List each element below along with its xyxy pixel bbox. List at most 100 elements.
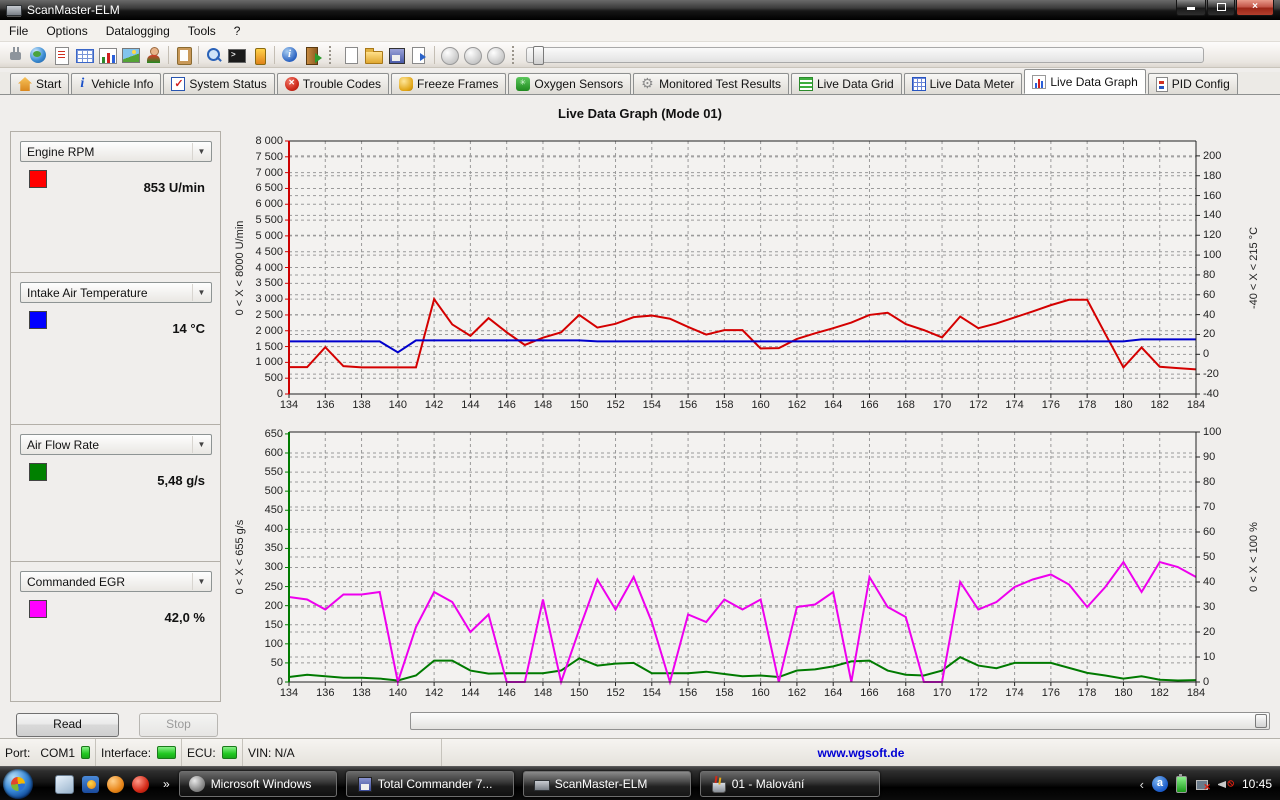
new-file-icon[interactable] <box>339 44 362 66</box>
toolbar-separator <box>168 46 169 64</box>
restore-button[interactable] <box>1207 0 1235 16</box>
app-chip-icon <box>6 5 22 16</box>
floppy-icon <box>356 776 372 792</box>
search-icon[interactable] <box>202 44 225 66</box>
axis-tick-label: 136 <box>309 399 341 411</box>
clipboard-icon[interactable] <box>172 44 195 66</box>
axis-tick-label: 160 <box>745 687 777 699</box>
image-icon[interactable] <box>119 44 142 66</box>
axis-tick-label: 1 500 <box>237 341 283 353</box>
tab-vehicle-info[interactable]: Vehicle Info <box>71 73 161 94</box>
start-button[interactable] <box>3 769 33 799</box>
axis-tick-label: 140 <box>382 687 414 699</box>
menu-help[interactable]: ? <box>225 22 250 40</box>
battery-icon[interactable] <box>248 44 271 66</box>
taskbar-button-microsoft-windows[interactable]: Microsoft Windows <box>179 771 337 797</box>
axis-tick-label: 170 <box>926 687 958 699</box>
axis-tick-label: 144 <box>454 399 486 411</box>
network-disconnected-icon[interactable] <box>1195 778 1210 791</box>
overflow-chevron-icon[interactable]: » <box>163 777 170 791</box>
chart-icon[interactable] <box>96 44 119 66</box>
connect-icon[interactable] <box>4 44 27 66</box>
media-player-icon[interactable] <box>82 776 99 793</box>
user-icon[interactable] <box>142 44 165 66</box>
axis-tick-label: 600 <box>237 447 283 459</box>
battery-tray-icon[interactable] <box>1176 776 1187 793</box>
playback-play-icon[interactable] <box>438 44 461 66</box>
tab-pid-config[interactable]: PID Config <box>1148 73 1238 94</box>
sensor-value: 42,0 % <box>165 610 205 625</box>
table-icon[interactable] <box>73 44 96 66</box>
toolbar-grip <box>329 46 334 64</box>
axis-tick-label: 178 <box>1071 687 1103 699</box>
playback-pause-icon[interactable] <box>461 44 484 66</box>
taskbar-button-total-commander[interactable]: Total Commander 7... <box>346 771 514 797</box>
tab-live-data-grid[interactable]: Live Data Grid <box>791 73 902 94</box>
sensor-select-1[interactable]: Engine RPM▼ <box>20 141 212 162</box>
show-desktop-icon[interactable] <box>55 775 74 794</box>
toolbar-grip <box>512 46 517 64</box>
playback-stop-icon[interactable] <box>484 44 507 66</box>
menu-options[interactable]: Options <box>37 22 96 40</box>
read-button[interactable]: Read <box>16 713 119 737</box>
tray-chevron-icon[interactable]: ‹ <box>1140 777 1144 792</box>
axis-tick-label: 80 <box>1203 476 1215 488</box>
menu-bar: File Options Datalogging Tools ? <box>0 20 1280 42</box>
info-icon[interactable] <box>278 44 301 66</box>
axis-tick-label: 168 <box>890 399 922 411</box>
tab-start[interactable]: Start <box>10 73 69 94</box>
minimize-button[interactable] <box>1176 0 1206 16</box>
menu-tools[interactable]: Tools <box>179 22 225 40</box>
open-file-icon[interactable] <box>362 44 385 66</box>
orange-app-icon[interactable] <box>107 776 124 793</box>
axis-tick-label: 134 <box>273 687 305 699</box>
toolbar-slider[interactable] <box>526 47 1204 63</box>
menu-datalogging[interactable]: Datalogging <box>97 22 179 40</box>
axis-tick-label: 164 <box>817 687 849 699</box>
axis-tick-label: -20 <box>1203 368 1219 380</box>
axis-tick-label: 156 <box>672 399 704 411</box>
sensor-select-3[interactable]: Air Flow Rate▼ <box>20 434 212 455</box>
axis-tick-label: 50 <box>1203 551 1215 563</box>
sensor-select-4[interactable]: Commanded EGR▼ <box>20 571 212 592</box>
axis-tick-label: 152 <box>600 687 632 699</box>
slider-thumb[interactable] <box>533 46 544 65</box>
exit-icon[interactable] <box>301 44 324 66</box>
scrollbar-thumb[interactable] <box>1255 714 1267 728</box>
report-icon[interactable] <box>50 44 73 66</box>
time-scrollbar[interactable] <box>410 712 1270 730</box>
close-button[interactable]: × <box>1236 0 1274 16</box>
tab-monitored-test-results[interactable]: Monitored Test Results <box>633 73 789 94</box>
globe-icon[interactable] <box>27 44 50 66</box>
tab-live-data-meter[interactable]: Live Data Meter <box>904 73 1023 94</box>
taskbar-button-scanmaster[interactable]: ScanMaster-ELM <box>523 771 691 797</box>
red-app-icon[interactable] <box>132 776 149 793</box>
chevron-down-icon: ▼ <box>192 143 210 160</box>
volume-muted-icon[interactable] <box>1218 777 1234 791</box>
sensor-select-2[interactable]: Intake Air Temperature▼ <box>20 282 212 303</box>
status-ecu: ECU: <box>182 739 243 766</box>
axis-caption: 0 < X < 8000 U/min <box>234 220 246 315</box>
tab-live-data-graph[interactable]: Live Data Graph <box>1024 69 1145 94</box>
menu-file[interactable]: File <box>0 22 37 40</box>
tab-freeze-frames[interactable]: Freeze Frames <box>391 73 506 94</box>
tab-oxygen-sensors[interactable]: Oxygen Sensors <box>508 73 631 94</box>
axis-tick-label: 162 <box>781 687 813 699</box>
axis-tick-label: 2 000 <box>237 325 283 337</box>
taskbar-button-paint[interactable]: 01 - Malování <box>700 771 880 797</box>
stop-button[interactable]: Stop <box>139 713 218 737</box>
axis-tick-label: 154 <box>636 687 668 699</box>
sensor-value: 5,48 g/s <box>157 473 205 488</box>
tray-a-badge-icon[interactable]: a <box>1152 776 1168 792</box>
export-icon[interactable] <box>408 44 431 66</box>
save-icon[interactable] <box>385 44 408 66</box>
scanmaster-window: ScanMaster-ELM × File Options Dataloggin… <box>0 0 1280 800</box>
tab-trouble-codes[interactable]: Trouble Codes <box>277 73 389 94</box>
terminal-icon[interactable] <box>225 44 248 66</box>
axis-tick-label: 136 <box>309 687 341 699</box>
website-link[interactable]: www.wgsoft.de <box>442 746 1280 760</box>
status-port: Port: COM1 <box>0 739 96 766</box>
axis-tick-label: 450 <box>237 504 283 516</box>
axis-caption: 0 < X < 655 g/s <box>234 520 246 595</box>
tab-system-status[interactable]: System Status <box>163 73 274 94</box>
